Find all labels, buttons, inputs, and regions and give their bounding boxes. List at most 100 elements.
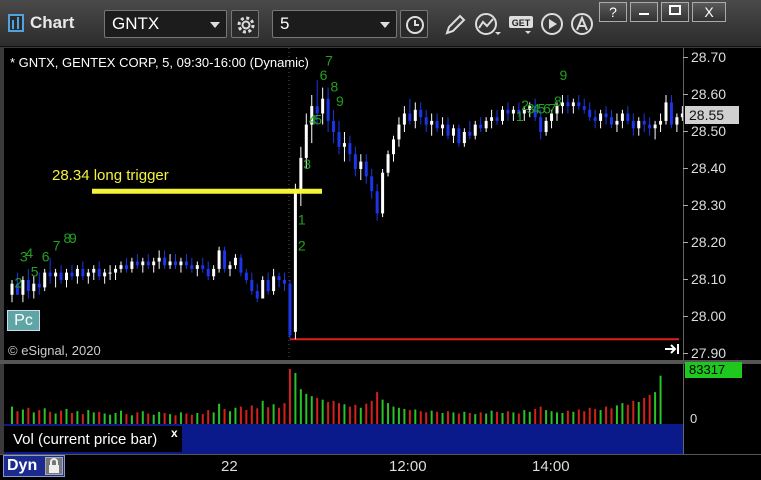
alert-button[interactable] [568, 11, 598, 39]
last-price-badge: 28.55 [685, 106, 739, 124]
volume-bar [169, 414, 172, 424]
volume-bar [218, 403, 221, 424]
candle-body [615, 120, 619, 125]
candle-body [588, 109, 592, 118]
candle-body [135, 261, 139, 266]
chart-symbol-label: * GNTX, GENTEX CORP, 5, 09:30-16:00 (Dyn… [10, 55, 309, 70]
candle-body [179, 261, 183, 266]
maximize-icon [669, 5, 681, 15]
volume-bar [65, 408, 68, 424]
volume-bar [654, 392, 657, 424]
volume-bar [441, 412, 444, 424]
candle-body [293, 191, 297, 332]
volume-bar [501, 412, 504, 424]
volume-bar [626, 404, 629, 424]
candle-body [228, 265, 232, 269]
get-data-button[interactable]: GET [505, 11, 535, 39]
volume-bar [332, 400, 335, 424]
candle-body [375, 191, 379, 214]
candle-body [141, 261, 145, 266]
candle-body [446, 124, 450, 136]
settings-button[interactable] [231, 10, 259, 38]
candle-body [490, 117, 494, 121]
volume-bar [207, 410, 210, 424]
symbol-combo[interactable]: GNTX [104, 10, 227, 38]
candle-body [648, 124, 652, 129]
lock-icon[interactable] [45, 457, 63, 475]
candle-body [441, 124, 445, 129]
minimize-button[interactable] [630, 2, 658, 22]
volume-study-close-icon[interactable]: x [171, 426, 178, 440]
candle-body [653, 124, 657, 129]
candle-body [114, 268, 118, 273]
candle-body [659, 120, 663, 125]
candle-body [506, 109, 510, 114]
price-axis[interactable]: 28.70 28.60 28.50 28.40 28.30 28.20 28.10 28.00… [682, 48, 761, 361]
volume-bar [517, 413, 520, 424]
volume-bar [430, 410, 433, 424]
candle-body [75, 268, 79, 277]
volume-study-label[interactable]: Vol (current price bar) [4, 426, 182, 452]
play-icon [541, 13, 563, 35]
candle-body [626, 113, 630, 121]
candle-body [353, 154, 357, 169]
volume-bar [463, 411, 466, 424]
volume-plot-area[interactable] [4, 364, 683, 424]
candle-body [146, 261, 150, 266]
candle-body [108, 272, 112, 274]
volume-bar [648, 395, 651, 424]
candle-body [266, 280, 270, 292]
replay-button[interactable] [538, 11, 568, 39]
volume-bar [288, 368, 291, 424]
help-button[interactable]: ? [599, 2, 627, 22]
volume-bar [49, 411, 52, 424]
volume-bar [229, 411, 231, 424]
scroll-to-end-icon[interactable] [663, 343, 681, 358]
volume-bar [305, 393, 308, 424]
studies-button[interactable] [472, 11, 502, 39]
candle-body [392, 139, 395, 155]
chevron-down-icon[interactable] [380, 22, 390, 28]
candle-body [430, 120, 434, 125]
price-tick: 28.70 [682, 49, 727, 65]
volume-bar [408, 410, 411, 424]
time-axis[interactable] [0, 454, 761, 480]
prev-close-marker[interactable]: Pc [7, 310, 40, 331]
volume-bar [594, 408, 597, 424]
long-trigger-annotation[interactable]: 28.34 long trigger [52, 167, 169, 184]
volume-bar [163, 412, 166, 424]
chevron-down-icon[interactable] [210, 22, 220, 28]
time-tick: 22 [221, 458, 238, 475]
volume-bar [196, 412, 199, 424]
dynamic-label: Dyn [7, 457, 38, 474]
close-button[interactable]: X [692, 2, 726, 22]
get-icon: GET [509, 16, 533, 34]
price-chart: 234567 89123456789123456789 [10, 48, 684, 360]
draw-tool-button[interactable] [440, 11, 470, 39]
count-label: 6 [320, 67, 328, 83]
candle-body [119, 265, 123, 269]
maximize-button[interactable] [661, 2, 689, 22]
volume-bar [556, 412, 558, 424]
volume-bar [621, 403, 624, 424]
count-label: 7 [325, 52, 333, 68]
volume-bar [212, 412, 215, 424]
candle-body [669, 102, 673, 125]
candle-body [184, 261, 188, 266]
volume-bar [643, 397, 646, 424]
volume-bar [98, 411, 101, 424]
candle-body [299, 157, 303, 192]
interval-combo[interactable]: 5 [272, 10, 397, 38]
price-plot-area[interactable]: 23456789123456789123456789 [4, 48, 684, 360]
price-tick: 28.00 [682, 308, 727, 324]
volume-bar [397, 407, 400, 424]
volume-bar [588, 407, 591, 424]
count-label: 7 [53, 237, 61, 253]
count-label: 1 [298, 212, 306, 228]
volume-bar [234, 407, 237, 424]
volume-bar [632, 400, 635, 424]
volume-bar [572, 411, 575, 424]
svg-text:GET: GET [512, 18, 531, 28]
time-template-button[interactable] [400, 10, 428, 38]
volume-bar [70, 412, 73, 424]
